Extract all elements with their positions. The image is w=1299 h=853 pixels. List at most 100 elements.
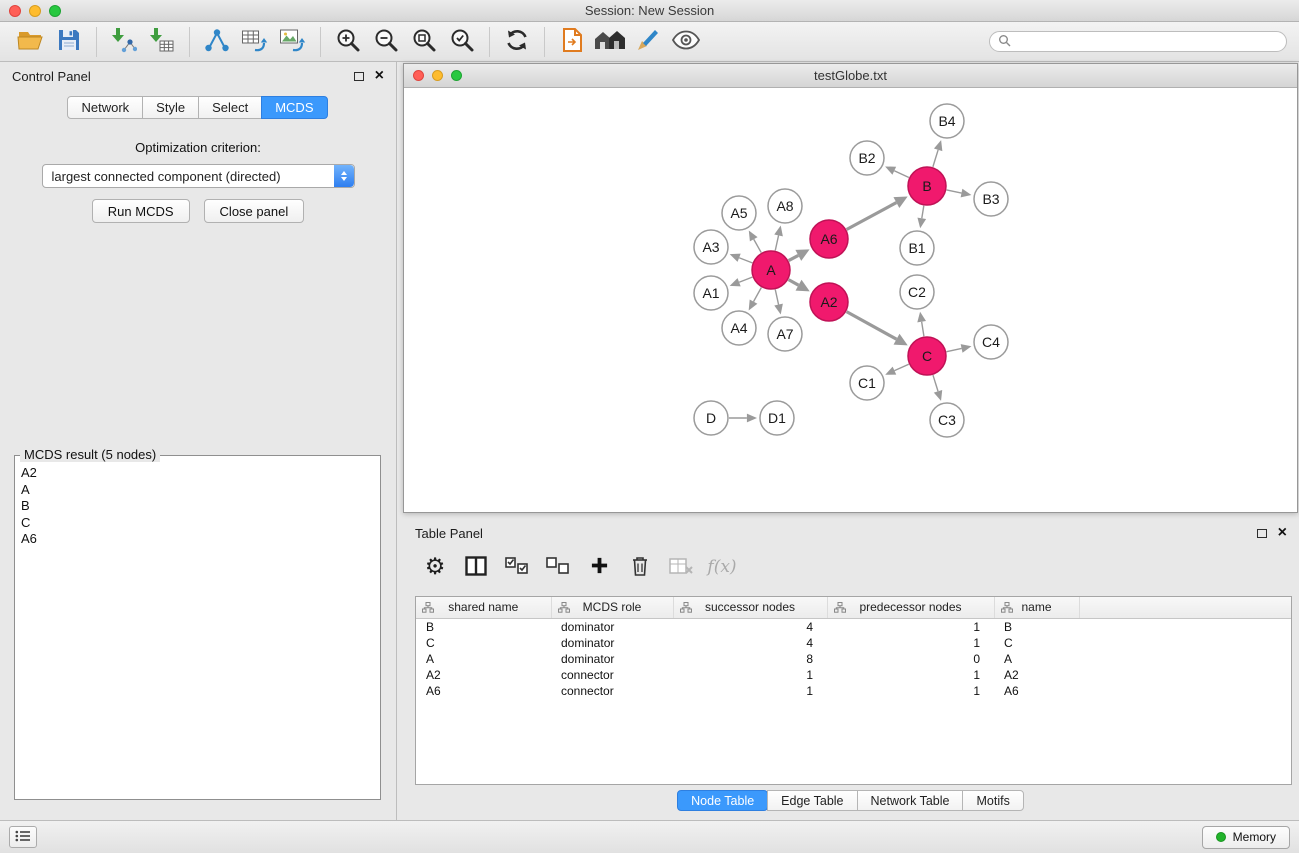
graph-edge[interactable] bbox=[754, 288, 762, 302]
column-function-icon[interactable] bbox=[834, 602, 846, 616]
table-row[interactable]: Adominator80A bbox=[416, 651, 1291, 667]
table-cell[interactable]: 1 bbox=[827, 618, 994, 635]
maximize-window-icon[interactable] bbox=[49, 5, 61, 17]
float-panel-icon[interactable] bbox=[354, 72, 364, 81]
table-cell[interactable]: dominator bbox=[551, 635, 673, 651]
table-cell[interactable]: 1 bbox=[673, 667, 827, 683]
run-mcds-button[interactable]: Run MCDS bbox=[92, 199, 190, 223]
mcds-result-item[interactable]: A6 bbox=[21, 531, 374, 548]
close-panel-icon[interactable]: × bbox=[375, 68, 384, 84]
graph-edge[interactable] bbox=[922, 322, 924, 337]
graph-edge[interactable] bbox=[739, 258, 752, 263]
column-header-shared-name[interactable]: shared name bbox=[416, 597, 551, 618]
graph-edge[interactable] bbox=[947, 348, 962, 351]
network-canvas[interactable]: AA1A2A3A4A5A6A7A8BB1B2B3B4CC1C2C3C4DD1 bbox=[404, 89, 1297, 512]
zoom-in-button[interactable] bbox=[329, 25, 367, 59]
column-function-icon[interactable] bbox=[558, 602, 570, 616]
table-cell[interactable]: 1 bbox=[673, 683, 827, 699]
table-cell[interactable]: 4 bbox=[673, 635, 827, 651]
close-network-window-icon[interactable] bbox=[413, 70, 424, 81]
table-cell[interactable]: B bbox=[416, 618, 551, 635]
close-window-icon[interactable] bbox=[9, 5, 21, 17]
delete-column-button[interactable] bbox=[624, 552, 656, 582]
mcds-result-item[interactable]: A2 bbox=[21, 465, 374, 482]
graph-edge[interactable] bbox=[947, 190, 962, 193]
home-button[interactable] bbox=[591, 25, 629, 59]
minimize-network-window-icon[interactable] bbox=[432, 70, 443, 81]
save-session-button[interactable] bbox=[50, 25, 88, 59]
table-row[interactable]: Cdominator41C bbox=[416, 635, 1291, 651]
annotations-button[interactable] bbox=[629, 25, 667, 59]
mcds-result-item[interactable]: C bbox=[21, 515, 374, 532]
table-cell[interactable]: connector bbox=[551, 667, 673, 683]
window-titlebar[interactable]: Session: New Session bbox=[0, 0, 1299, 22]
tab-select[interactable]: Select bbox=[198, 96, 262, 119]
column-visibility-button[interactable] bbox=[460, 552, 492, 582]
refresh-layout-button[interactable] bbox=[498, 25, 536, 59]
zoom-selected-button[interactable] bbox=[443, 25, 481, 59]
export-table-button[interactable] bbox=[236, 25, 274, 59]
table-cell[interactable]: 1 bbox=[827, 683, 994, 699]
open-session-button[interactable] bbox=[12, 25, 50, 59]
tab-network-table[interactable]: Network Table bbox=[857, 790, 964, 811]
add-column-button[interactable] bbox=[583, 552, 615, 582]
column-function-icon[interactable] bbox=[422, 602, 434, 616]
graph-edge[interactable] bbox=[933, 150, 938, 167]
tab-style[interactable]: Style bbox=[142, 96, 199, 119]
tab-motifs[interactable]: Motifs bbox=[962, 790, 1023, 811]
graph-edge[interactable] bbox=[789, 255, 799, 260]
share-network-button[interactable] bbox=[198, 25, 236, 59]
column-function-icon[interactable] bbox=[1001, 602, 1013, 616]
table-cell[interactable]: 1 bbox=[827, 667, 994, 683]
table-cell[interactable]: A6 bbox=[994, 683, 1079, 699]
tab-edge-table[interactable]: Edge Table bbox=[767, 790, 857, 811]
table-cell[interactable]: B bbox=[994, 618, 1079, 635]
table-row[interactable]: Bdominator41B bbox=[416, 618, 1291, 635]
search-input[interactable] bbox=[1016, 35, 1278, 49]
unselect-all-button[interactable] bbox=[542, 552, 574, 582]
import-network-button[interactable] bbox=[105, 25, 143, 59]
table-row[interactable]: A6connector11A6 bbox=[416, 683, 1291, 699]
zoom-out-button[interactable] bbox=[367, 25, 405, 59]
memory-button[interactable]: Memory bbox=[1202, 826, 1290, 849]
select-all-button[interactable] bbox=[501, 552, 533, 582]
column-header-name[interactable]: name bbox=[994, 597, 1079, 618]
float-table-panel-icon[interactable] bbox=[1257, 529, 1267, 538]
graph-edge[interactable] bbox=[933, 375, 938, 391]
zoom-fit-button[interactable] bbox=[405, 25, 443, 59]
table-cell[interactable]: C bbox=[994, 635, 1079, 651]
graph-edge[interactable] bbox=[754, 239, 761, 252]
tab-network[interactable]: Network bbox=[67, 96, 143, 119]
table-settings-button[interactable]: ⚙ bbox=[419, 552, 451, 582]
minimize-window-icon[interactable] bbox=[29, 5, 41, 17]
table-cell[interactable]: 8 bbox=[673, 651, 827, 667]
table-row[interactable]: A2connector11A2 bbox=[416, 667, 1291, 683]
graph-edge[interactable] bbox=[894, 364, 908, 370]
table-cell[interactable]: A bbox=[994, 651, 1079, 667]
first-neighbors-button[interactable] bbox=[553, 25, 591, 59]
table-cell[interactable]: 4 bbox=[673, 618, 827, 635]
function-builder-button[interactable]: f(x) bbox=[706, 552, 738, 582]
task-history-button[interactable] bbox=[9, 826, 37, 848]
table-cell[interactable]: dominator bbox=[551, 618, 673, 635]
import-table-button[interactable] bbox=[143, 25, 181, 59]
table-cell[interactable]: A2 bbox=[416, 667, 551, 683]
graph-edge[interactable] bbox=[847, 203, 897, 230]
column-header-mcds-role[interactable]: MCDS role bbox=[551, 597, 673, 618]
mcds-result-item[interactable]: A bbox=[21, 482, 374, 499]
table-cell[interactable]: A6 bbox=[416, 683, 551, 699]
column-header-predecessor-nodes[interactable]: predecessor nodes bbox=[827, 597, 994, 618]
optimization-criterion-select[interactable]: largest connected component (directed) bbox=[42, 164, 355, 188]
graph-edge[interactable] bbox=[775, 235, 778, 250]
table-cell[interactable]: connector bbox=[551, 683, 673, 699]
graph-edge[interactable] bbox=[739, 277, 752, 282]
graph-edge[interactable] bbox=[775, 290, 778, 305]
tab-node-table[interactable]: Node Table bbox=[677, 790, 768, 811]
network-window-titlebar[interactable]: testGlobe.txt bbox=[404, 64, 1297, 88]
show-graphics-details-button[interactable] bbox=[667, 25, 705, 59]
close-table-panel-icon[interactable]: × bbox=[1278, 525, 1287, 541]
table-cell[interactable]: dominator bbox=[551, 651, 673, 667]
export-image-button[interactable] bbox=[274, 25, 312, 59]
destroy-table-button[interactable] bbox=[665, 552, 697, 582]
close-panel-button[interactable]: Close panel bbox=[204, 199, 305, 223]
